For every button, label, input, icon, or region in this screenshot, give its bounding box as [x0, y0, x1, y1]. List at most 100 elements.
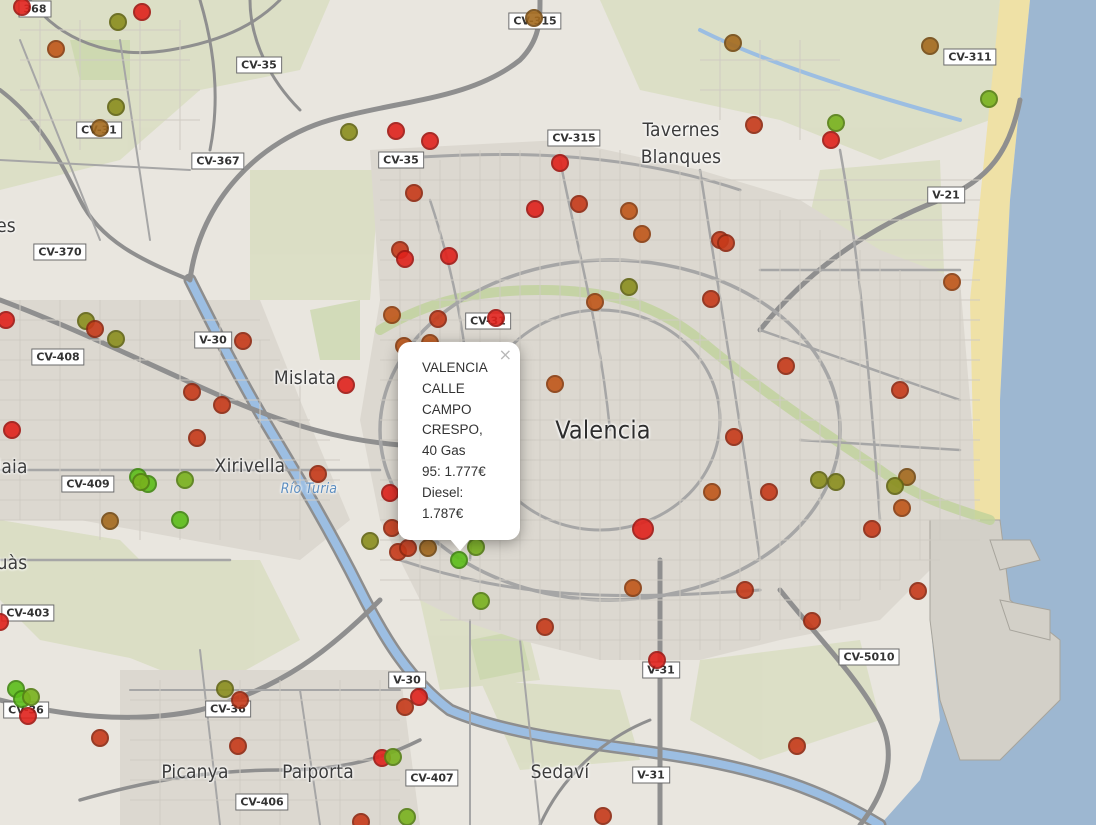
popup-line: Diesel: — [422, 484, 464, 500]
gas-station-marker[interactable] — [788, 737, 806, 755]
road-shield: CV-35 — [378, 151, 424, 169]
place-label: Valencia — [555, 415, 651, 445]
gas-station-marker[interactable] — [396, 698, 414, 716]
gas-station-marker[interactable] — [91, 729, 109, 747]
gas-station-marker[interactable] — [405, 184, 423, 202]
road-shield: CV-311 — [943, 48, 997, 66]
gas-station-marker[interactable] — [863, 520, 881, 538]
place-label: Blanques — [640, 146, 722, 168]
gas-station-marker[interactable] — [717, 234, 735, 252]
gas-station-marker[interactable] — [526, 200, 544, 218]
gas-station-marker[interactable] — [383, 306, 401, 324]
gas-station-marker[interactable] — [421, 132, 439, 150]
gas-station-marker[interactable] — [91, 119, 109, 137]
popup-line: VALENCIA — [422, 360, 488, 375]
gas-station-marker[interactable] — [101, 512, 119, 530]
gas-station-marker[interactable] — [921, 37, 939, 55]
gas-station-marker[interactable] — [594, 807, 612, 825]
gas-station-marker[interactable] — [472, 592, 490, 610]
road-shield: CV-406 — [235, 793, 289, 811]
gas-station-marker[interactable] — [570, 195, 588, 213]
gas-station-marker[interactable] — [47, 40, 65, 58]
gas-station-marker[interactable] — [107, 330, 125, 348]
gas-station-marker[interactable] — [703, 483, 721, 501]
gas-station-marker[interactable] — [736, 581, 754, 599]
gas-station-marker[interactable] — [777, 357, 795, 375]
gas-station-marker[interactable] — [525, 9, 543, 27]
gas-station-marker[interactable] — [440, 247, 458, 265]
road-shield: CV-409 — [61, 475, 115, 493]
gas-station-marker[interactable] — [745, 116, 763, 134]
gas-station-marker[interactable] — [419, 539, 437, 557]
gas-station-marker[interactable] — [399, 539, 417, 557]
gas-station-marker[interactable] — [724, 34, 742, 52]
gas-station-marker[interactable] — [22, 688, 40, 706]
gas-station-marker[interactable] — [827, 114, 845, 132]
gas-station-marker[interactable] — [398, 808, 416, 825]
place-label: Río Turia — [280, 481, 338, 497]
gas-station-marker[interactable] — [396, 250, 414, 268]
road-shield: V-21 — [927, 186, 965, 204]
gas-station-marker[interactable] — [546, 375, 564, 393]
road-shield: CV-408 — [31, 348, 85, 366]
road-shield: V-30 — [194, 331, 232, 349]
gas-station-marker[interactable] — [822, 131, 840, 149]
gas-station-marker[interactable] — [536, 618, 554, 636]
place-label: Tavernes — [642, 119, 720, 141]
gas-station-marker[interactable] — [909, 582, 927, 600]
popup-line: CAMPO — [422, 401, 472, 417]
gas-station-marker[interactable] — [980, 90, 998, 108]
gas-station-marker[interactable] — [620, 278, 638, 296]
gas-station-marker[interactable] — [309, 465, 327, 483]
gas-station-marker[interactable] — [803, 612, 821, 630]
gas-station-marker[interactable] — [893, 499, 911, 517]
gas-station-marker[interactable] — [633, 225, 651, 243]
gas-station-marker[interactable] — [586, 293, 604, 311]
gas-station-marker[interactable] — [620, 202, 638, 220]
gas-station-marker[interactable] — [19, 707, 37, 725]
gas-station-marker[interactable] — [381, 484, 399, 502]
gas-station-marker[interactable] — [171, 511, 189, 529]
gas-station-marker[interactable] — [760, 483, 778, 501]
gas-station-marker[interactable] — [384, 748, 402, 766]
popup-content: VALENCIA CALLE CAMPO CRESPO, 40 Gas 95: … — [422, 358, 514, 524]
gas-station-marker[interactable] — [133, 3, 151, 21]
gas-station-marker[interactable] — [810, 471, 828, 489]
gas-station-marker[interactable] — [229, 737, 247, 755]
gas-station-marker[interactable] — [487, 309, 505, 327]
gas-station-marker[interactable] — [624, 579, 642, 597]
gas-station-marker[interactable] — [648, 651, 666, 669]
gas-station-marker[interactable] — [107, 98, 125, 116]
gas-station-marker[interactable] — [234, 332, 252, 350]
place-label: es — [0, 215, 16, 237]
gas-station-marker[interactable] — [827, 473, 845, 491]
gas-station-marker[interactable] — [886, 477, 904, 495]
place-label: uàs — [0, 552, 28, 574]
gas-station-marker[interactable] — [213, 396, 231, 414]
gas-station-marker[interactable] — [340, 123, 358, 141]
gas-station-marker[interactable] — [387, 122, 405, 140]
gas-station-marker[interactable] — [725, 428, 743, 446]
gas-station-marker[interactable] — [337, 376, 355, 394]
gas-station-marker[interactable] — [450, 551, 468, 569]
gas-station-marker[interactable] — [551, 154, 569, 172]
map[interactable]: Valencia Tavernes Blanques Mislata Xirivella… — [0, 0, 1096, 825]
gas-station-marker[interactable] — [632, 518, 654, 540]
gas-station-marker[interactable] — [86, 320, 104, 338]
gas-station-marker[interactable] — [943, 273, 961, 291]
gas-station-marker[interactable] — [3, 421, 21, 439]
gas-station-marker[interactable] — [176, 471, 194, 489]
gas-station-marker[interactable] — [132, 473, 150, 491]
gas-station-marker[interactable] — [109, 13, 127, 31]
gas-station-marker[interactable] — [891, 381, 909, 399]
gas-station-marker[interactable] — [231, 691, 249, 709]
gas-station-marker[interactable] — [361, 532, 379, 550]
road-shield: V-30 — [388, 671, 426, 689]
gas-station-marker[interactable] — [702, 290, 720, 308]
gas-station-marker[interactable] — [352, 813, 370, 825]
gas-station-marker[interactable] — [183, 383, 201, 401]
gas-station-marker[interactable] — [188, 429, 206, 447]
popup-tip — [449, 538, 471, 551]
gas-station-marker[interactable] — [429, 310, 447, 328]
road-shield: CV-35 — [236, 56, 282, 74]
